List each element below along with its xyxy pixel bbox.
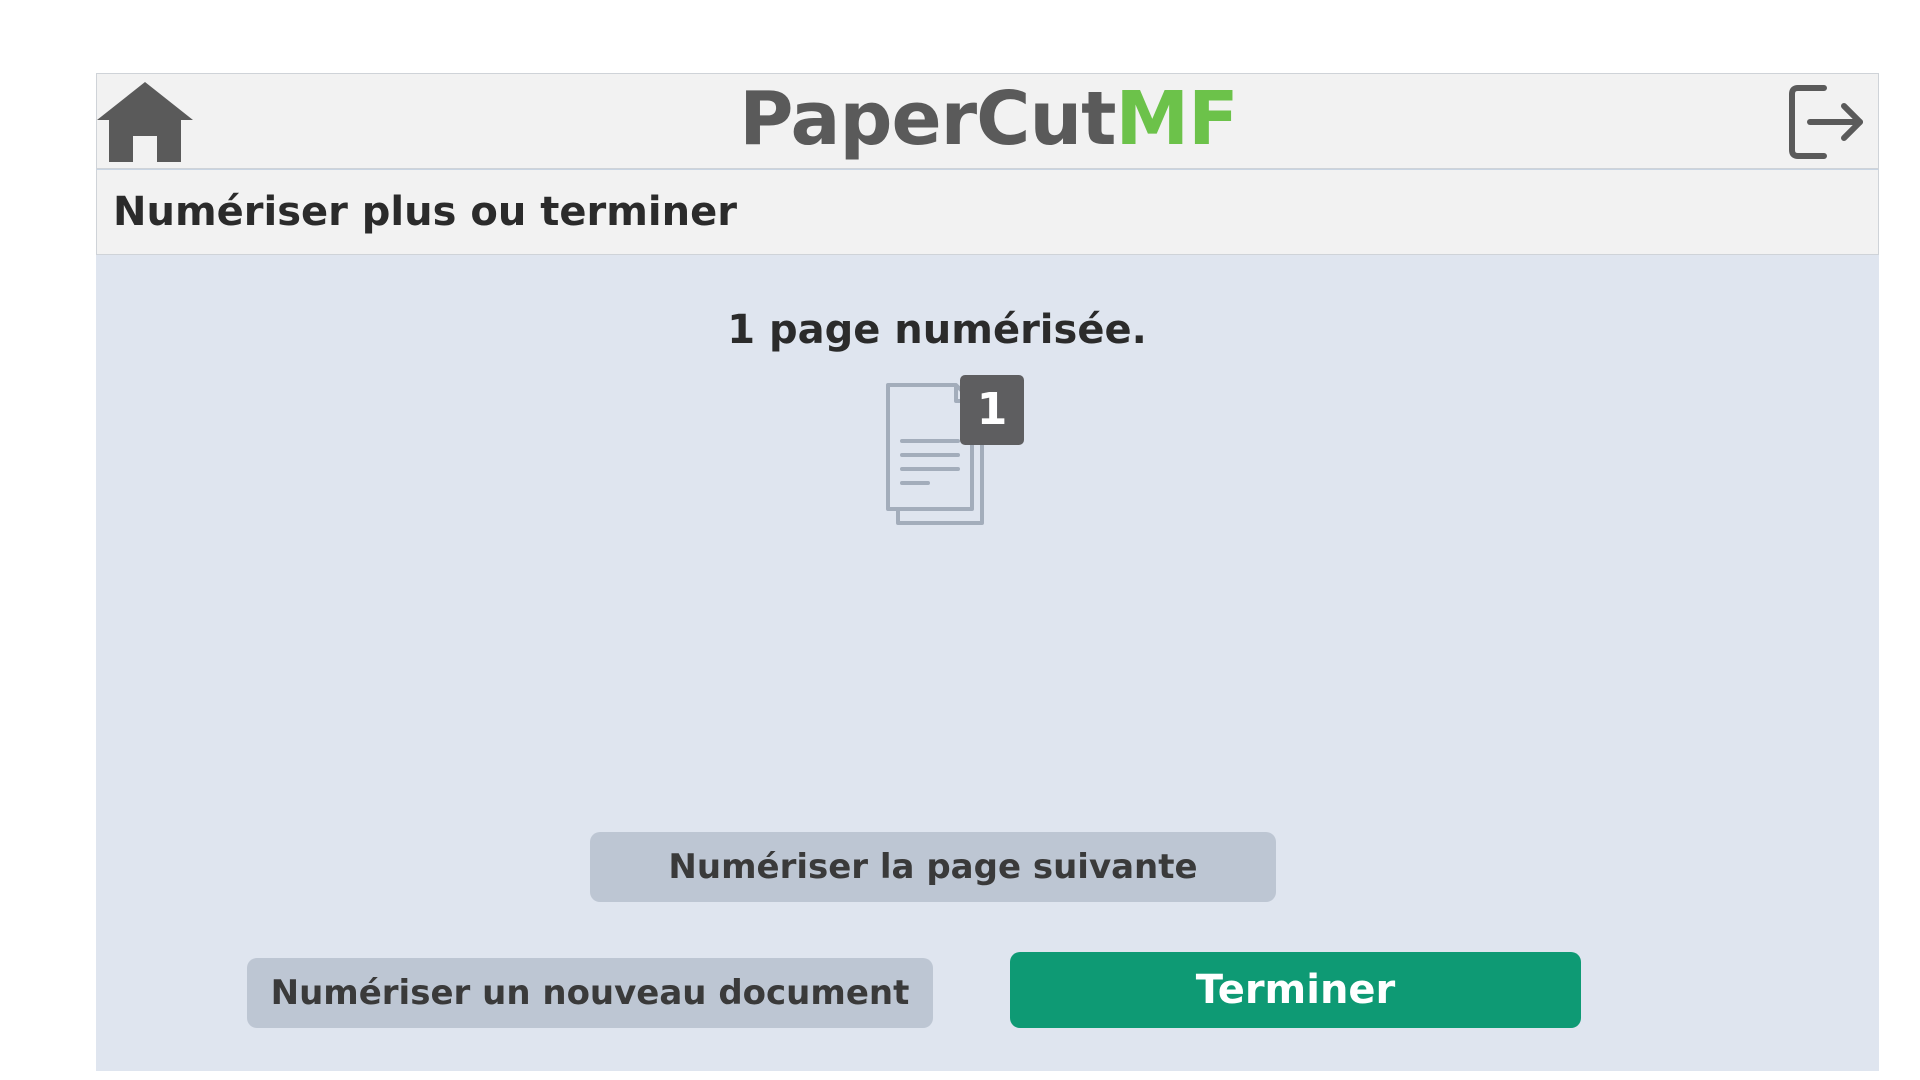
logout-button[interactable] bbox=[1788, 82, 1868, 162]
home-button[interactable] bbox=[97, 80, 193, 166]
papercut-scan-screen: PaperCutMF Numériser plus ou terminer 1 … bbox=[96, 73, 1879, 1071]
logout-icon bbox=[1789, 85, 1863, 159]
page-title: Numériser plus ou terminer bbox=[113, 189, 737, 235]
scan-new-document-button[interactable]: Numériser un nouveau document bbox=[247, 958, 933, 1028]
papercut-logo: PaperCutMF bbox=[97, 74, 1880, 170]
finish-button[interactable]: Terminer bbox=[1010, 952, 1581, 1028]
page-count-badge: 1 bbox=[960, 375, 1024, 445]
logo-text-accent: MF bbox=[1115, 76, 1239, 162]
scan-next-page-button[interactable]: Numériser la page suivante bbox=[590, 832, 1276, 902]
home-icon bbox=[97, 82, 193, 162]
scan-status-text: 1 page numérisée. bbox=[727, 307, 1147, 353]
logo-text-main: PaperCut bbox=[739, 76, 1116, 162]
title-bar: Numériser plus ou terminer bbox=[96, 169, 1879, 255]
app-header: PaperCutMF bbox=[96, 73, 1879, 169]
